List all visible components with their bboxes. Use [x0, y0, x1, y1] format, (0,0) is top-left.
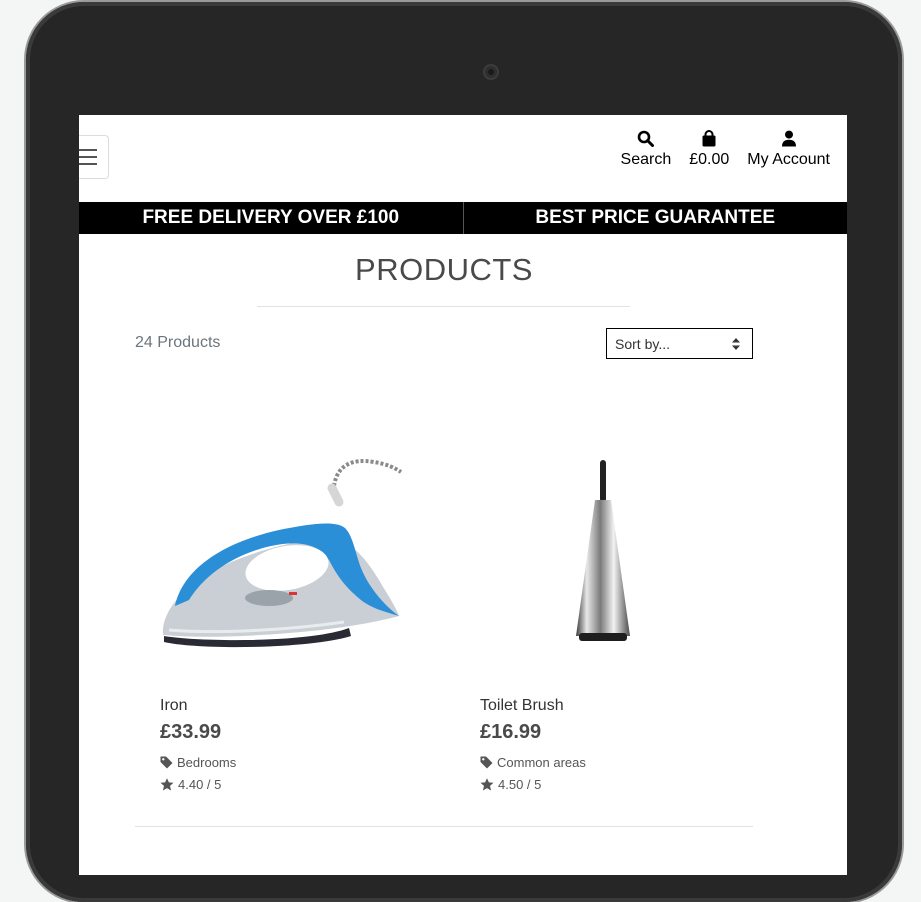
product-rating-value: 4.40 / 5 — [178, 777, 222, 792]
product-price: £16.99 — [480, 721, 542, 743]
screen: Search £0.00 My Account FREE DELIVERY OV… — [79, 115, 847, 875]
nav-cart-total: £0.00 — [689, 151, 730, 168]
header-nav: Search £0.00 My Account — [621, 129, 830, 169]
products-divider — [135, 826, 753, 827]
promo-free-delivery: FREE DELIVERY OVER £100 — [142, 207, 400, 228]
nav-search[interactable]: Search — [620, 129, 672, 169]
star-icon — [480, 778, 494, 791]
page-title: PRODUCTS — [355, 252, 533, 287]
promo-banner: FREE DELIVERY OVER £100 BEST PRICE GUARA… — [79, 202, 847, 234]
product-category[interactable]: Common areas — [480, 755, 586, 770]
promo-best-price: BEST PRICE GUARANTEE — [462, 202, 848, 234]
nav-account[interactable]: My Account — [747, 129, 830, 169]
star-icon — [160, 778, 174, 791]
hamburger-line — [79, 156, 97, 158]
product-category-label: Bedrooms — [177, 755, 237, 770]
sort-select-value: Sort by... — [615, 336, 670, 352]
camera-icon — [483, 64, 499, 80]
shopping-bag-icon — [699, 129, 719, 147]
sort-select[interactable]: Sort by... — [606, 328, 753, 359]
product-name[interactable]: Toilet Brush — [480, 697, 564, 715]
iron-image[interactable] — [139, 440, 409, 660]
tag-icon — [160, 756, 173, 769]
search-icon — [636, 129, 656, 147]
user-icon — [779, 129, 799, 147]
hamburger-line — [79, 149, 97, 151]
nav-cart[interactable]: £0.00 — [689, 129, 729, 169]
toilet-brush-image[interactable] — [459, 440, 729, 660]
product-rating: 4.50 / 5 — [480, 777, 541, 792]
product-rating: 4.40 / 5 — [160, 777, 221, 792]
sort-arrows-icon — [732, 338, 740, 350]
product-count: 24 Products — [135, 334, 221, 351]
product-category[interactable]: Bedrooms — [160, 755, 236, 770]
hamburger-menu-button[interactable] — [79, 135, 109, 179]
title-divider — [257, 306, 630, 307]
product-category-label: Common areas — [497, 755, 586, 770]
nav-search-label: Search — [620, 151, 672, 168]
site-header: Search £0.00 My Account — [79, 115, 847, 202]
product-price: £33.99 — [160, 721, 222, 743]
hamburger-line — [79, 163, 97, 165]
product-name[interactable]: Iron — [160, 697, 188, 715]
product-rating-value: 4.50 / 5 — [498, 777, 542, 792]
nav-account-label: My Account — [747, 151, 830, 168]
tag-icon — [480, 756, 493, 769]
